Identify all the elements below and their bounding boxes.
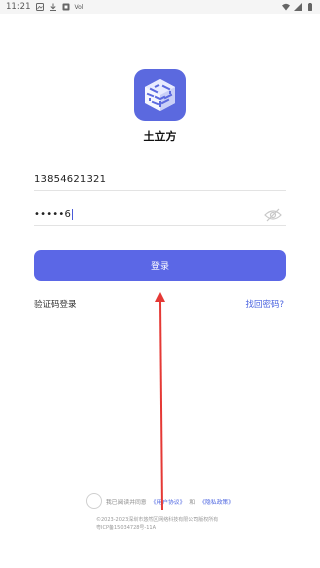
cube-logo-icon: [145, 79, 175, 111]
text-cursor: [72, 209, 74, 220]
download-icon: [49, 3, 57, 11]
eye-closed-icon[interactable]: [264, 208, 282, 222]
login-screen: 11:21 Vol 土立方 13854621321 •••••6 登录 验证码登…: [0, 0, 320, 568]
status-bar: 11:21 Vol: [0, 0, 320, 14]
wifi-icon: [282, 3, 290, 11]
phone-field[interactable]: 13854621321: [34, 169, 286, 191]
password-value: •••••6: [34, 209, 72, 220]
app-notification-icon: [62, 3, 70, 11]
copyright-line-2: 粤ICP备15034728号-11A: [96, 524, 157, 531]
app-logo: [134, 69, 186, 121]
app-name: 土立方: [143, 130, 177, 143]
forgot-password-link[interactable]: 找回密码?: [245, 298, 284, 310]
copyright: ©2023-2023深圳市悠然区网络科技有限公司版权所有 粤ICP备150347…: [96, 517, 296, 532]
login-button[interactable]: 登录: [34, 250, 286, 281]
agreement-row: 我已阅读并同意 《用户协议》 和 《隐私政策》: [86, 492, 234, 510]
status-time: 11:21: [6, 2, 31, 12]
user-agreement-link[interactable]: 《用户协议》: [151, 497, 186, 506]
copyright-line-1: ©2023-2023深圳市悠然区网络科技有限公司版权所有: [96, 517, 219, 523]
phone-value: 13854621321: [34, 174, 107, 185]
image-notification-icon: [35, 3, 44, 11]
privacy-policy-link[interactable]: 《隐私政策》: [199, 497, 234, 506]
battery-icon: [306, 3, 314, 11]
status-right: [282, 3, 314, 11]
status-extra-text: Vol: [74, 3, 84, 11]
password-field[interactable]: •••••6: [34, 204, 286, 226]
agreement-checkbox[interactable]: [86, 493, 102, 509]
signal-icon: [294, 3, 302, 11]
agreement-and: 和: [189, 499, 196, 506]
sms-login-link[interactable]: 验证码登录: [34, 298, 77, 310]
agreement-prefix: 我已阅读并同意: [106, 499, 147, 506]
status-left: 11:21 Vol: [6, 2, 83, 12]
